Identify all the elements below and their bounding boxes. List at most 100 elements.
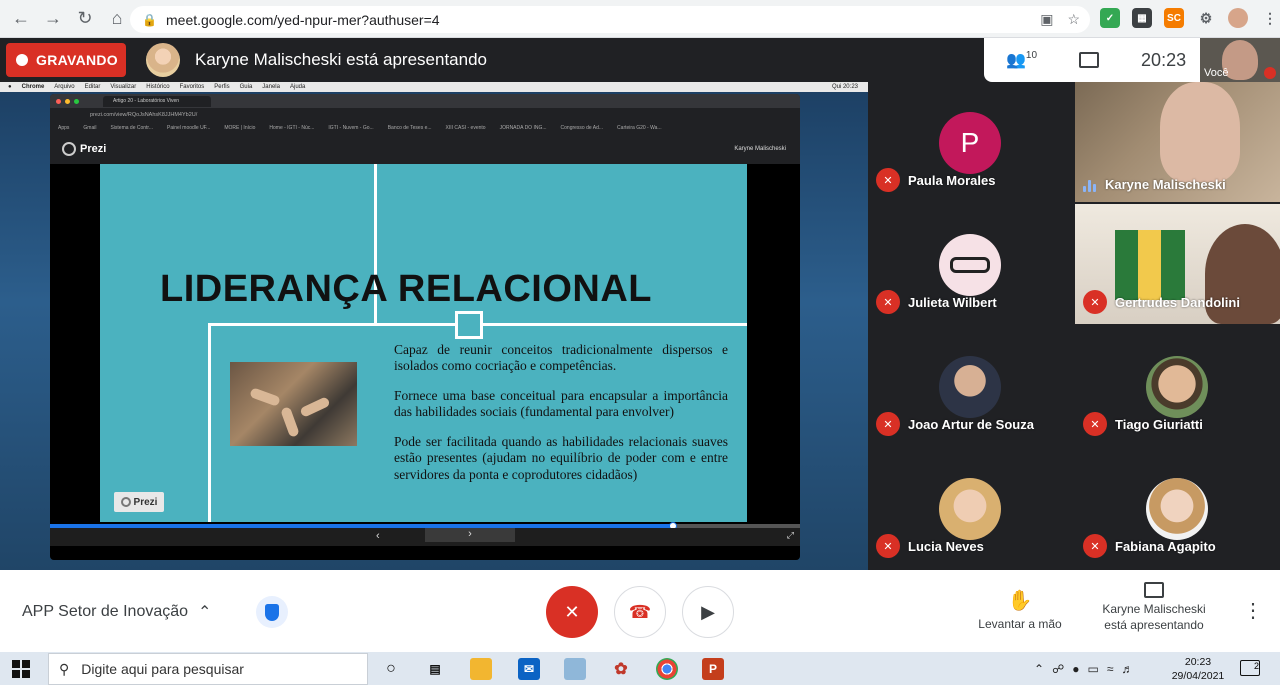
back-arrow-icon[interactable]: ← bbox=[6, 4, 36, 34]
participant-tile[interactable]: ✕ Julieta Wilbert bbox=[868, 204, 1073, 324]
lock-icon: 🔒 bbox=[142, 12, 157, 27]
speaking-indicator-icon bbox=[1083, 178, 1097, 192]
bookmark: IGTI - Nuvem - Go... bbox=[328, 125, 374, 131]
taskbar-search-box[interactable]: ⚲ Digite aqui para pesquisar bbox=[48, 653, 368, 685]
battery-icon[interactable]: ▭ bbox=[1087, 662, 1098, 676]
fullscreen-icon[interactable]: ⤢ bbox=[787, 530, 794, 541]
people-button[interactable]: 👥 10 bbox=[1006, 50, 1037, 70]
bookmark: Sistema de Contr... bbox=[110, 125, 153, 131]
mic-off-icon: ✕ bbox=[1083, 412, 1107, 436]
participant-name: Gertrudes Dandolini bbox=[1115, 294, 1240, 310]
bookmark: Home - IGTI - Núc... bbox=[269, 125, 315, 131]
mic-off-icon: ✕ bbox=[1083, 534, 1107, 558]
participant-avatar bbox=[1146, 356, 1208, 418]
hand-icon: ✋ bbox=[1007, 590, 1033, 612]
microphone-icon[interactable]: ● bbox=[1072, 662, 1079, 676]
shared-screen: ● Chrome Arquivo Editar Visualizar Histó… bbox=[0, 82, 868, 570]
cortana-icon[interactable]: ○ bbox=[380, 658, 402, 680]
powerpoint-icon[interactable]: P bbox=[702, 658, 724, 680]
self-label: Você bbox=[1204, 67, 1229, 79]
mac-menu-item: Chrome bbox=[21, 84, 45, 90]
snipping-tool-icon[interactable]: ✿ bbox=[610, 658, 632, 680]
inner-address: prezi.com/view/RQoJsNAhsK8JJHM4Yb2U/ bbox=[50, 108, 800, 122]
leave-call-button[interactable]: ☎ bbox=[614, 586, 666, 638]
bookmark: XIII CASI - evento bbox=[445, 125, 486, 131]
recording-label: GRAVANDO bbox=[36, 52, 118, 68]
bookmark: Banco de Teses e... bbox=[387, 125, 432, 131]
mac-menu-item: Editar bbox=[84, 84, 101, 90]
inner-browser-window: Artigo 20 - Laboratórios Viven prezi.com… bbox=[50, 94, 800, 560]
extension-icon[interactable]: SC bbox=[1164, 8, 1184, 28]
participant-avatar bbox=[939, 234, 1001, 296]
forward-arrow-icon[interactable]: → bbox=[38, 4, 68, 34]
notification-count: 2 bbox=[1253, 661, 1259, 671]
self-view-tile[interactable]: Você bbox=[1200, 38, 1280, 82]
bookmark: JORNADA DO ING... bbox=[499, 125, 547, 131]
bookmark: Carteira G20 - Wa... bbox=[617, 125, 662, 131]
puzzle-icon[interactable]: ⚙ bbox=[1196, 8, 1216, 28]
meet-now-icon[interactable]: ☍ bbox=[1052, 662, 1064, 676]
record-dot-icon bbox=[16, 54, 28, 66]
notification-center-icon[interactable]: 2 bbox=[1240, 660, 1260, 676]
participant-tile[interactable]: P ✕ Paula Morales bbox=[868, 82, 1073, 202]
app-icon[interactable] bbox=[564, 658, 586, 680]
participant-name: Tiago Giuriatti bbox=[1115, 416, 1203, 432]
present-screen-icon bbox=[1144, 582, 1164, 598]
participant-tile[interactable]: ✕ Tiago Giuriatti bbox=[1075, 326, 1280, 446]
camera-indicator-icon[interactable]: ▣ bbox=[1040, 11, 1053, 28]
volume-icon[interactable]: ♬ bbox=[1121, 662, 1133, 676]
meeting-details-button[interactable]: APP Setor de Inovação ⌃ bbox=[22, 602, 211, 622]
taskbar-clock[interactable]: 20:23 29/04/2021 bbox=[1168, 655, 1228, 683]
next-slide-icon[interactable]: › bbox=[425, 528, 515, 542]
host-controls-button[interactable] bbox=[256, 596, 288, 628]
participant-tile[interactable]: ✕ Joao Artur de Souza bbox=[868, 326, 1073, 446]
profile-avatar[interactable] bbox=[1228, 8, 1248, 28]
mac-menu-item: Histórico bbox=[146, 84, 170, 90]
meeting-clock: 20:23 bbox=[1141, 49, 1187, 70]
participant-tile[interactable]: ✕ Gertrudes Dandolini bbox=[1075, 204, 1280, 324]
more-options-icon[interactable]: ⋮ bbox=[1243, 598, 1263, 623]
windows-taskbar: ⚲ Digite aqui para pesquisar ○ ▤ ✉ ✿ P ⌃… bbox=[0, 652, 1280, 685]
system-tray: ⌃ ☍ ● ▭ ≈ ♬ bbox=[1034, 652, 1133, 685]
star-icon[interactable]: ☆ bbox=[1067, 11, 1080, 28]
raise-hand-button[interactable]: ✋ Levantar a mão bbox=[975, 588, 1065, 631]
camera-toggle-button[interactable]: ▶ bbox=[682, 586, 734, 638]
mac-menu-item: Perfis bbox=[214, 84, 230, 90]
presentation-button[interactable]: Karyne Malischeski está apresentando bbox=[1092, 582, 1216, 633]
participant-tile[interactable]: ✕ Lucia Neves bbox=[868, 448, 1073, 568]
reload-icon[interactable]: ↻ bbox=[70, 4, 100, 34]
prev-slide-icon[interactable]: ‹ bbox=[376, 530, 380, 542]
participant-video bbox=[1160, 82, 1240, 182]
slide-line bbox=[208, 323, 211, 522]
extension-icon[interactable]: ▦ bbox=[1132, 8, 1152, 28]
chat-icon[interactable] bbox=[1079, 52, 1100, 68]
participant-avatar bbox=[939, 478, 1001, 540]
presentation-slide: LIDERANÇA RELACIONAL Capaz de reunir con… bbox=[100, 164, 747, 522]
mac-menu-item: Arquivo bbox=[54, 84, 75, 90]
windows-start-icon[interactable] bbox=[12, 660, 30, 678]
mic-off-icon: ✕ bbox=[1083, 290, 1107, 314]
people-count: 10 bbox=[1025, 50, 1038, 61]
bookmark: Painel moodle UF... bbox=[167, 125, 211, 131]
prezi-canvas: LIDERANÇA RELACIONAL Capaz de reunir con… bbox=[50, 164, 800, 560]
prezi-brand: Prezi bbox=[80, 143, 107, 155]
mic-off-icon: ✕ bbox=[876, 412, 900, 436]
file-explorer-icon[interactable] bbox=[470, 658, 492, 680]
chevron-up-icon[interactable]: ⌃ bbox=[1034, 662, 1044, 676]
home-icon[interactable]: ⌂ bbox=[102, 4, 132, 34]
mac-menu-item: Guia bbox=[239, 84, 253, 90]
task-view-icon[interactable]: ▤ bbox=[424, 658, 446, 680]
wifi-icon[interactable]: ≈ bbox=[1107, 662, 1114, 676]
address-bar[interactable]: 🔒 meet.google.com/yed-npur-mer?authuser=… bbox=[130, 6, 1090, 33]
mic-toggle-button[interactable]: ✕ bbox=[546, 586, 598, 638]
mac-menu-item: Ajuda bbox=[289, 84, 306, 90]
participant-tile[interactable]: Karyne Malischeski bbox=[1075, 82, 1280, 202]
mail-icon[interactable]: ✉ bbox=[518, 658, 540, 680]
extension-icon[interactable]: ✓ bbox=[1100, 8, 1120, 28]
taskbar-date: 29/04/2021 bbox=[1171, 670, 1225, 683]
participant-tile[interactable]: ✕ Fabiana Agapito bbox=[1075, 448, 1280, 568]
chrome-icon[interactable] bbox=[656, 658, 678, 680]
more-vert-icon[interactable]: ⋮ bbox=[1260, 8, 1280, 28]
presenting-button-line: Karyne Malischeski bbox=[1102, 602, 1206, 616]
video-camera-icon: ▶ bbox=[701, 601, 715, 622]
